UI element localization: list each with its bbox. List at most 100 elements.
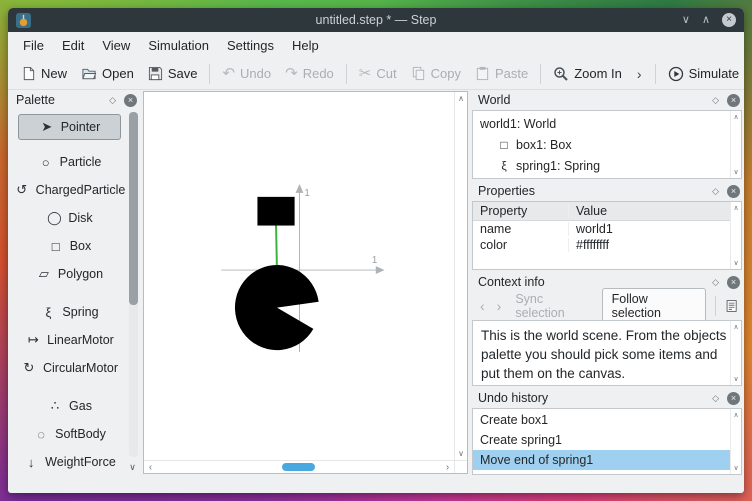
toolbar-separator xyxy=(345,63,347,84)
disk-object[interactable] xyxy=(234,265,319,351)
float-panel-icon[interactable]: ◇ xyxy=(712,95,719,106)
palette-item-disk[interactable]: ◯ Disk xyxy=(12,204,127,232)
float-panel-icon[interactable]: ◇ xyxy=(712,393,719,404)
tree-item-spring1[interactable]: ξ spring1: Spring xyxy=(473,155,730,176)
undo-history-scrollbar[interactable]: ∧ ∨ xyxy=(730,409,741,474)
close-panel-icon[interactable]: × xyxy=(124,93,137,107)
scroll-right-icon[interactable]: › xyxy=(441,462,454,473)
save-label: Save xyxy=(167,66,198,81)
paste-button[interactable]: Paste xyxy=(468,62,535,85)
property-name: color xyxy=(473,238,569,252)
property-row-color[interactable]: color #ffffffff xyxy=(473,237,730,253)
world-canvas[interactable]: 1 1 ∧ ∨ ‹ › xyxy=(143,91,468,474)
palette-scroll-down-icon[interactable]: ∨ xyxy=(127,462,138,473)
simulate-button[interactable]: Simulate ▾ xyxy=(661,62,744,86)
properties-panel: Properties ◇ × Property Value name world… xyxy=(470,181,744,270)
scroll-up-icon[interactable]: ∧ xyxy=(733,411,738,419)
canvas-view[interactable]: 1 1 xyxy=(144,92,454,460)
scrollbar-corner xyxy=(454,460,467,473)
close-panel-icon[interactable]: × xyxy=(727,391,740,405)
toolbar-separator xyxy=(714,296,716,316)
scroll-down-icon[interactable]: ∨ xyxy=(733,168,738,176)
palette-item-particle[interactable]: ○ Particle xyxy=(12,148,127,176)
close-panel-icon[interactable]: × xyxy=(727,93,740,107)
maximize-icon[interactable]: ∧ xyxy=(702,14,710,26)
scroll-down-icon[interactable]: ∨ xyxy=(458,449,464,458)
new-label: New xyxy=(41,66,68,81)
float-panel-icon[interactable]: ◇ xyxy=(109,95,116,106)
scroll-up-icon[interactable]: ∧ xyxy=(458,94,464,103)
palette-scrollbar[interactable] xyxy=(129,112,138,457)
palette-item-box[interactable]: □ Box xyxy=(12,232,127,260)
scroll-up-icon[interactable]: ∧ xyxy=(733,113,738,121)
palette-item-gas[interactable]: ∴ Gas xyxy=(12,392,127,420)
undo-button[interactable]: ↶ Undo xyxy=(215,62,278,85)
scroll-down-icon[interactable]: ∨ xyxy=(733,375,738,383)
world-scrollbar[interactable]: ∧ ∨ xyxy=(730,111,741,178)
scroll-up-icon[interactable]: ∧ xyxy=(733,323,738,331)
context-scrollbar[interactable]: ∧ ∨ xyxy=(730,321,741,385)
properties-scrollbar[interactable]: ∧ ∨ xyxy=(730,202,741,269)
scroll-down-icon[interactable]: ∨ xyxy=(733,464,738,472)
menu-edit[interactable]: Edit xyxy=(53,34,93,57)
palette-item-polygon[interactable]: ▱ Polygon xyxy=(12,260,127,288)
scroll-down-icon[interactable]: ∨ xyxy=(733,259,738,267)
menu-help[interactable]: Help xyxy=(283,34,328,57)
tree-item-box1[interactable]: □ box1: Box xyxy=(473,134,730,155)
float-panel-icon[interactable]: ◇ xyxy=(712,186,719,197)
follow-selection-button[interactable]: Follow selection xyxy=(601,288,706,324)
tree-item-world1[interactable]: world1: World xyxy=(473,113,730,134)
toolbar-overflow-icon[interactable]: › xyxy=(629,64,650,84)
scroll-up-icon[interactable]: ∧ xyxy=(733,204,738,212)
save-button[interactable]: Save xyxy=(141,62,205,85)
float-panel-icon[interactable]: ◇ xyxy=(712,277,719,288)
open-button[interactable]: Open xyxy=(74,62,141,85)
redo-label: Redo xyxy=(302,66,334,81)
properties-table: Property Value name world1 color #ffffff… xyxy=(473,202,730,269)
redo-button[interactable]: ↷ Redo xyxy=(278,62,341,85)
palette-item-pointer[interactable]: ➤ Pointer xyxy=(18,114,121,140)
menu-settings[interactable]: Settings xyxy=(218,34,283,57)
text-page-icon[interactable] xyxy=(725,299,738,313)
palette-item-spring[interactable]: ξ Spring xyxy=(12,298,127,326)
canvas-horizontal-scrollbar[interactable]: ‹ › xyxy=(144,460,454,473)
menu-file[interactable]: File xyxy=(14,34,53,57)
palette-item-linearmotor[interactable]: ↦ LinearMotor xyxy=(12,326,127,354)
scrollbar-track[interactable] xyxy=(157,461,441,473)
minimize-icon[interactable]: ∨ xyxy=(682,14,690,26)
titlebar[interactable]: untitled.step * — Step ∨ ∧ × xyxy=(8,8,744,32)
scrollbar-thumb[interactable] xyxy=(282,463,315,471)
palette-item-weightforce[interactable]: ↓ WeightForce xyxy=(12,448,127,475)
palette-item-softbody[interactable]: ◌ SoftBody xyxy=(12,420,127,448)
forward-icon[interactable]: › xyxy=(493,298,506,314)
undo-item-create-box1[interactable]: Create box1 xyxy=(473,410,730,430)
back-icon[interactable]: ‹ xyxy=(476,298,489,314)
weight-force-icon: ↓ xyxy=(27,454,35,470)
menu-simulation[interactable]: Simulation xyxy=(139,34,218,57)
polygon-icon: ▱ xyxy=(38,266,49,281)
scene-svg[interactable]: 1 1 xyxy=(144,92,454,460)
scroll-left-icon[interactable]: ‹ xyxy=(144,462,157,473)
undo-item-create-spring1[interactable]: Create spring1 xyxy=(473,430,730,450)
canvas-vertical-scrollbar[interactable]: ∧ ∨ xyxy=(454,92,467,460)
menu-view[interactable]: View xyxy=(93,34,139,57)
cut-button[interactable]: ✂ Cut xyxy=(352,62,404,85)
new-button[interactable]: New xyxy=(14,62,74,85)
box-object[interactable] xyxy=(257,196,295,226)
palette-item-circularmotor[interactable]: ↻ CircularMotor xyxy=(12,354,127,382)
spring-object[interactable] xyxy=(275,224,278,273)
palette-scrollbar-thumb[interactable] xyxy=(129,112,138,306)
properties-column-headers[interactable]: Property Value xyxy=(473,202,730,221)
circular-motor-icon: ↻ xyxy=(23,360,35,375)
undo-item-move-end-of-spring1[interactable]: Move end of spring1 xyxy=(473,450,730,470)
palette-item-chargedparticle[interactable]: ↺ ChargedParticle xyxy=(12,176,127,204)
property-row-name[interactable]: name world1 xyxy=(473,221,730,237)
close-panel-icon[interactable]: × xyxy=(727,184,740,198)
sync-selection-button[interactable]: Sync selection xyxy=(509,289,597,323)
zoom-in-button[interactable]: Zoom In xyxy=(546,62,629,86)
box-icon: □ xyxy=(500,137,508,152)
copy-button[interactable]: Copy xyxy=(404,62,468,85)
step-window: untitled.step * — Step ∨ ∧ × File Edit V… xyxy=(8,8,744,493)
close-icon[interactable]: × xyxy=(722,13,736,27)
close-panel-icon[interactable]: × xyxy=(727,275,740,289)
